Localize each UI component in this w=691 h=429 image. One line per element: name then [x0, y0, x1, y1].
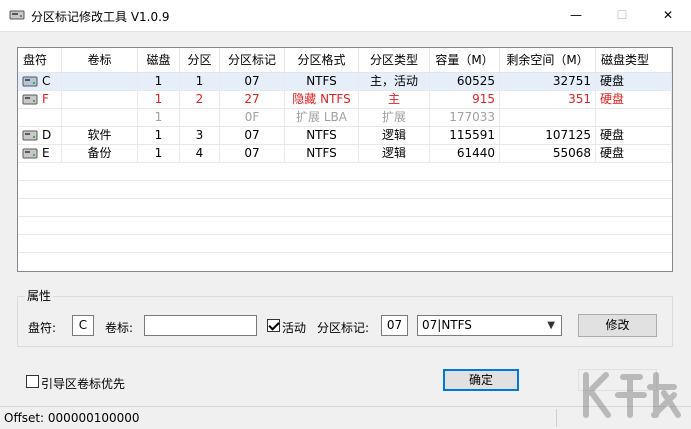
cell-free: 55068 — [500, 145, 596, 162]
ok-button[interactable]: 确定 — [443, 369, 519, 391]
chevron-down-icon: ▼ — [547, 320, 555, 331]
cell-type: 扩展 — [359, 109, 430, 126]
cell-flag: 27 — [220, 91, 285, 108]
table-row[interactable]: C 1 1 07 NTFS 主，活动 60525 32751 硬盘 — [18, 73, 672, 91]
list-header: 盘符 卷标 磁盘 分区 分区标记 分区格式 分区类型 容量（M） 剩余空间（M）… — [18, 48, 672, 73]
table-row[interactable]: E 备份 1 4 07 NTFS 逻辑 61440 55068 硬盘 — [18, 145, 672, 163]
cell-drive: D — [18, 127, 62, 144]
col-capacity[interactable]: 容量（M） — [430, 48, 500, 72]
cell-format: 扩展 LBA — [285, 109, 359, 126]
drive-letter-field[interactable]: C — [72, 315, 94, 336]
partition-flag-field[interactable]: 07 — [381, 315, 408, 336]
col-label[interactable]: 卷标 — [62, 48, 138, 72]
cell-disk-type — [596, 109, 672, 126]
offset-status: Offset: 000000100000 — [4, 411, 140, 425]
watermark-logo — [583, 372, 681, 418]
cell-type: 主 — [359, 91, 430, 108]
cell-label — [62, 109, 138, 126]
app-icon — [9, 10, 25, 20]
cell-drive — [18, 109, 62, 126]
col-free[interactable]: 剩余空间（M） — [500, 48, 596, 72]
cell-partition: 3 — [180, 127, 220, 144]
cell-disk-type: 硬盘 — [596, 127, 672, 144]
empty-row — [18, 199, 672, 217]
col-format[interactable]: 分区格式 — [285, 48, 359, 72]
col-type[interactable]: 分区类型 — [359, 48, 430, 72]
cell-disk-type: 硬盘 — [596, 91, 672, 108]
cell-disk: 1 — [138, 127, 180, 144]
cell-label: 软件 — [62, 127, 138, 144]
cell-disk: 1 — [138, 109, 180, 126]
cell-free: 351 — [500, 91, 596, 108]
cell-free: 107125 — [500, 127, 596, 144]
volume-label-input[interactable] — [144, 315, 257, 336]
title-bar: 分区标记修改工具 V1.0.9 — ☐ ✕ — [0, 0, 691, 32]
cell-flag: 07 — [220, 127, 285, 144]
col-drive[interactable]: 盘符 — [18, 48, 62, 72]
maximize-button[interactable]: ☐ — [599, 0, 645, 31]
drive-letter-label: 盘符: — [28, 321, 57, 335]
minimize-button[interactable]: — — [553, 0, 599, 31]
cell-capacity: 61440 — [430, 145, 500, 162]
status-divider — [556, 409, 557, 427]
col-flag[interactable]: 分区标记 — [220, 48, 285, 72]
cell-capacity: 177033 — [430, 109, 500, 126]
cell-capacity: 60525 — [430, 73, 500, 90]
cell-format: NTFS — [285, 73, 359, 90]
volume-label-label: 卷标: — [105, 321, 134, 335]
window-title: 分区标记修改工具 V1.0.9 — [31, 10, 170, 24]
cell-partition: 1 — [180, 73, 220, 90]
cell-type: 逻辑 — [359, 127, 430, 144]
cell-format: NTFS — [285, 145, 359, 162]
table-row[interactable]: 1 0F 扩展 LBA 扩展 177033 — [18, 109, 672, 127]
list-rows: C 1 1 07 NTFS 主，活动 60525 32751 硬盘 F 1 2 … — [18, 73, 672, 253]
col-disk-type[interactable]: 磁盘类型 — [596, 48, 672, 72]
cell-drive: E — [18, 145, 62, 162]
cell-flag: 07 — [220, 73, 285, 90]
empty-row — [18, 163, 672, 181]
col-partition[interactable]: 分区 — [180, 48, 220, 72]
active-label: 活动 — [282, 321, 307, 335]
cell-format: 隐藏 NTFS — [285, 91, 359, 108]
cell-flag: 07 — [220, 145, 285, 162]
partition-flag-label: 分区标记: — [317, 321, 370, 335]
active-checkbox[interactable] — [267, 319, 280, 332]
cell-disk: 1 — [138, 91, 180, 108]
cell-free — [500, 109, 596, 126]
cell-partition: 4 — [180, 145, 220, 162]
cell-partition: 2 — [180, 91, 220, 108]
cell-partition — [180, 109, 220, 126]
cell-disk-type: 硬盘 — [596, 145, 672, 162]
table-row[interactable]: D 软件 1 3 07 NTFS 逻辑 115591 107125 硬盘 — [18, 127, 672, 145]
col-disk[interactable]: 磁盘 — [138, 48, 180, 72]
cell-label — [62, 73, 138, 90]
cell-drive: F — [18, 91, 62, 108]
table-row[interactable]: F 1 2 27 隐藏 NTFS 主 915 351 硬盘 — [18, 91, 672, 109]
cell-format: NTFS — [285, 127, 359, 144]
cell-label — [62, 91, 138, 108]
cell-label: 备份 — [62, 145, 138, 162]
cell-disk: 1 — [138, 145, 180, 162]
cell-disk: 1 — [138, 73, 180, 90]
cell-type: 主，活动 — [359, 73, 430, 90]
partition-flag-select[interactable]: 07|NTFS ▼ — [417, 315, 562, 336]
cell-drive: C — [18, 73, 62, 90]
cell-capacity: 115591 — [430, 127, 500, 144]
cell-capacity: 915 — [430, 91, 500, 108]
cell-disk-type: 硬盘 — [596, 73, 672, 90]
partition-flag-select-value: 07|NTFS — [422, 318, 472, 332]
empty-row — [18, 181, 672, 199]
cell-flag: 0F — [220, 109, 285, 126]
boot-priority-checkbox[interactable] — [26, 375, 39, 388]
close-button[interactable]: ✕ — [645, 0, 691, 31]
partition-list[interactable]: 盘符 卷标 磁盘 分区 分区标记 分区格式 分区类型 容量（M） 剩余空间（M）… — [17, 47, 673, 272]
modify-button[interactable]: 修改 — [578, 314, 657, 337]
boot-priority-label: 引导区卷标优先 — [41, 377, 126, 391]
empty-row — [18, 217, 672, 235]
properties-group-title: 属性 — [25, 287, 54, 304]
cell-type: 逻辑 — [359, 145, 430, 162]
cell-free: 32751 — [500, 73, 596, 90]
empty-row — [18, 235, 672, 253]
